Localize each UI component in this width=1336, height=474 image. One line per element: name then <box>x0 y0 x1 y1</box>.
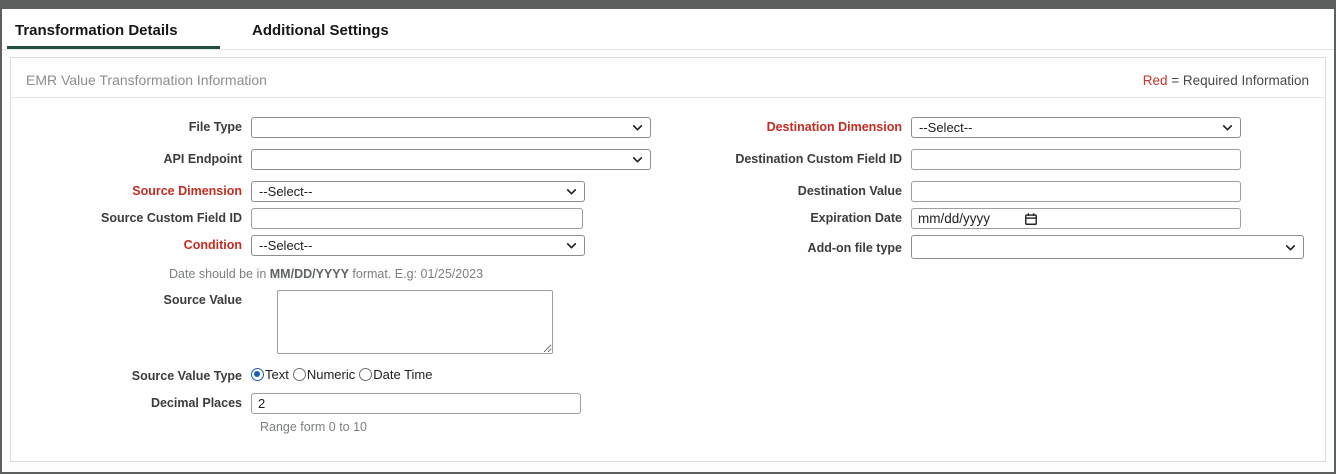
destination-value-row: Destination Value <box>699 181 1336 202</box>
source-value-row: Source Value <box>11 290 686 354</box>
condition-label: Condition <box>11 235 251 254</box>
source-custom-field-id-label: Source Custom Field ID <box>11 208 251 227</box>
file-type-row: File Type <box>11 117 686 138</box>
decimal-places-label: Decimal Places <box>11 393 251 412</box>
radio-unselected-icon <box>293 368 306 381</box>
file-type-label: File Type <box>11 117 251 136</box>
tab-bar: Transformation Details Additional Settin… <box>2 9 1334 50</box>
decimal-places-input[interactable] <box>251 393 581 414</box>
tab-transformation-details[interactable]: Transformation Details <box>7 16 220 49</box>
destination-dimension-select[interactable]: --Select-- <box>911 117 1241 138</box>
radio-date-time[interactable]: Date Time <box>359 367 432 382</box>
api-endpoint-select[interactable] <box>251 149 651 170</box>
chevron-down-icon <box>1284 241 1297 254</box>
radio-text-label: Text <box>265 367 289 382</box>
decimal-range-hint: Range form 0 to 10 <box>260 420 686 434</box>
destination-dimension-label: Destination Dimension <box>699 117 911 136</box>
source-dimension-label: Source Dimension <box>11 181 251 200</box>
panel-title: EMR Value Transformation Information <box>26 72 267 88</box>
chevron-down-icon <box>565 239 578 252</box>
destination-dimension-value: --Select-- <box>919 120 972 135</box>
radio-numeric[interactable]: Numeric <box>293 367 355 382</box>
source-value-type-row: Source Value Type Text Numeric Date T <box>11 365 686 385</box>
source-value-label: Source Value <box>11 290 251 309</box>
right-column: Destination Dimension --Select-- Destina… <box>699 117 1336 270</box>
destination-custom-field-id-row: Destination Custom Field ID <box>699 149 1336 170</box>
condition-value: --Select-- <box>259 238 312 253</box>
emr-transformation-panel: EMR Value Transformation Information Red… <box>10 57 1326 462</box>
radio-unselected-icon <box>359 368 372 381</box>
source-value-textarea[interactable] <box>277 290 553 354</box>
source-custom-field-id-row: Source Custom Field ID <box>11 208 686 229</box>
panel-header: EMR Value Transformation Information Red… <box>11 58 1325 98</box>
chevron-down-icon <box>631 153 644 166</box>
date-placeholder: mm/dd/yyyy <box>918 211 990 226</box>
chevron-down-icon <box>631 121 644 134</box>
api-endpoint-row: API Endpoint <box>11 149 686 170</box>
tab-additional-settings[interactable]: Additional Settings <box>244 16 405 49</box>
expiration-date-row: Expiration Date mm/dd/yyyy <box>699 208 1336 229</box>
addon-file-type-row: Add-on file type <box>699 235 1336 259</box>
destination-custom-field-id-input[interactable] <box>911 149 1241 170</box>
required-legend-red: Red <box>1143 73 1168 88</box>
source-dimension-row: Source Dimension --Select-- <box>11 181 686 202</box>
api-endpoint-label: API Endpoint <box>11 149 251 168</box>
expiration-date-label: Expiration Date <box>699 208 911 227</box>
condition-row: Condition --Select-- <box>11 235 686 256</box>
radio-numeric-label: Numeric <box>307 367 355 382</box>
left-column: File Type API Endpoint Source Dimension <box>11 117 686 434</box>
source-value-type-radios: Text Numeric Date Time <box>251 365 437 382</box>
required-legend-rest: = Required Information <box>1168 73 1309 88</box>
chevron-down-icon <box>1221 121 1234 134</box>
calendar-icon[interactable] <box>1024 212 1038 226</box>
addon-file-type-label: Add-on file type <box>699 235 911 257</box>
app-window: Transformation Details Additional Settin… <box>0 0 1336 474</box>
chevron-down-icon <box>565 185 578 198</box>
destination-value-label: Destination Value <box>699 181 911 200</box>
source-value-type-label: Source Value Type <box>11 365 251 385</box>
file-type-select[interactable] <box>251 117 651 138</box>
source-custom-field-id-input[interactable] <box>251 208 583 229</box>
addon-file-type-select[interactable] <box>911 235 1304 259</box>
destination-dimension-row: Destination Dimension --Select-- <box>699 117 1336 138</box>
date-format-hint: Date should be in MM/DD/YYYY format. E.g… <box>169 267 686 281</box>
radio-date-time-label: Date Time <box>373 367 432 382</box>
source-dimension-select[interactable]: --Select-- <box>251 181 585 202</box>
destination-value-input[interactable] <box>911 181 1241 202</box>
radio-text[interactable]: Text <box>251 367 289 382</box>
required-legend: Red = Required Information <box>1143 73 1309 88</box>
radio-selected-icon <box>251 368 264 381</box>
destination-custom-field-id-label: Destination Custom Field ID <box>699 149 911 168</box>
window-top-bar <box>2 2 1334 9</box>
decimal-places-row: Decimal Places <box>11 393 686 414</box>
expiration-date-input[interactable]: mm/dd/yyyy <box>911 208 1241 229</box>
condition-select[interactable]: --Select-- <box>251 235 585 256</box>
source-dimension-value: --Select-- <box>259 184 312 199</box>
